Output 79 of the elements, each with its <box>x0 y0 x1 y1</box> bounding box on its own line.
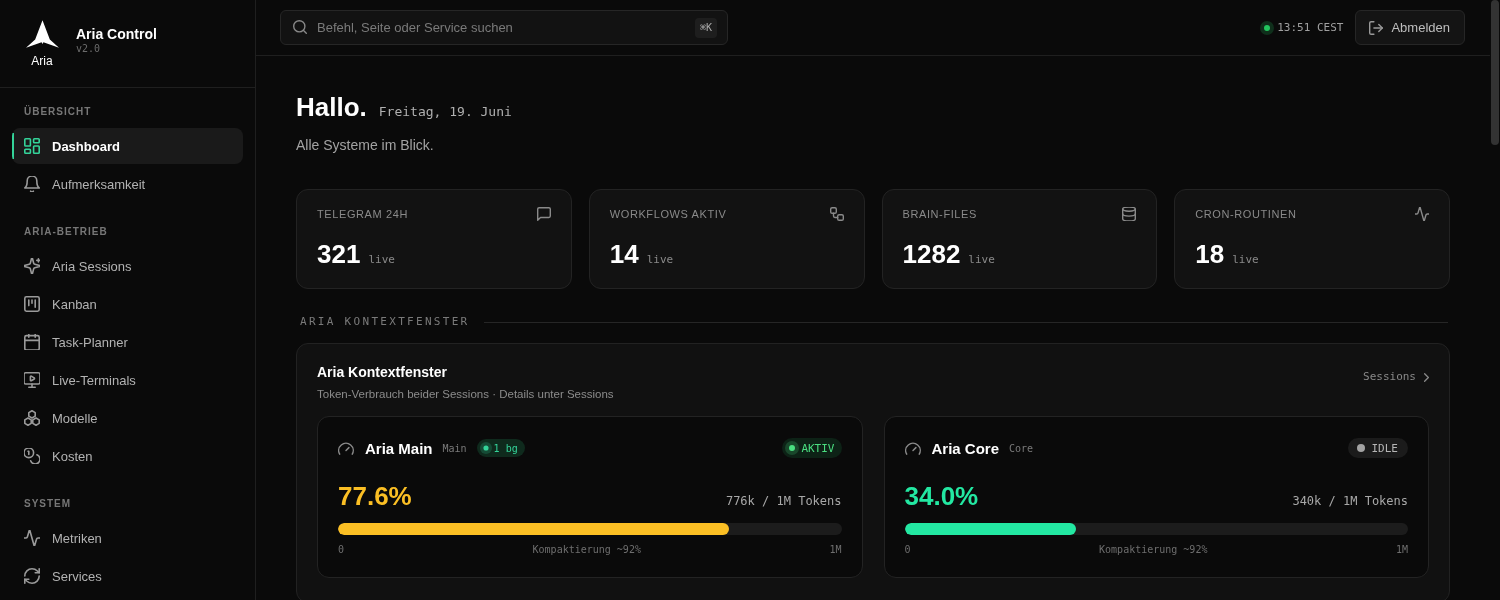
greeting-subtitle: Alle Systeme im Blick. <box>296 137 435 154</box>
bell-icon <box>24 176 40 192</box>
nav-item[interactable]: Aufmerksamkeit <box>12 166 243 202</box>
session-name: Aria Core <box>931 439 1000 457</box>
logo-text: Aria <box>31 54 53 68</box>
status-label: AKTIV <box>801 441 835 455</box>
nav-item[interactable]: Metriken <box>12 520 243 556</box>
coins-icon <box>24 448 40 464</box>
compaction-note: Kompaktierung ~92% <box>532 544 641 556</box>
status-dot-icon <box>785 441 800 455</box>
clock-time: 13:51 CEST <box>1277 21 1344 34</box>
connected-squares-icon <box>829 207 844 221</box>
stat-label: BRAIN-FILES <box>902 207 977 221</box>
usage-percent: 77.6% <box>338 481 412 511</box>
nav-item[interactable]: Task-Planner <box>12 324 243 360</box>
gauge-icon <box>904 441 921 455</box>
badge-label: 1 bg <box>493 442 518 454</box>
session-tag: Main <box>442 442 467 454</box>
stat-label: TELEGRAM 24H <box>317 207 408 221</box>
greeting-title: Hallo. <box>296 92 367 123</box>
scale-min: 0 <box>904 544 911 556</box>
section-heading: ARIA KONTEXTFENSTER <box>300 315 470 329</box>
stat-value: 18 <box>1195 239 1225 269</box>
stat-label: CRON-ROUTINEN <box>1195 207 1297 221</box>
monitor-play-icon <box>24 372 40 388</box>
section-label: ARIA-BETRIEB <box>23 225 109 239</box>
nav-item[interactable]: Services <box>12 558 243 594</box>
session-name: Aria Main <box>365 439 433 457</box>
logout-button[interactable]: Abmelden <box>1355 10 1465 45</box>
section-label: ÜBERSICHT <box>23 105 93 119</box>
cubes-icon <box>24 410 40 426</box>
compaction-note: Kompaktierung ~92% <box>1099 544 1208 556</box>
usage-percent: 34.0% <box>904 481 979 511</box>
nav-item[interactable]: Kosten <box>12 438 243 474</box>
token-count: 340k / 1M Tokens <box>1292 494 1408 508</box>
database-icon <box>1122 207 1137 221</box>
scale-max: 1M <box>1395 544 1408 556</box>
section-label: SYSTEM <box>23 497 73 511</box>
stat-value: 321 <box>317 239 361 269</box>
status-dot-icon <box>1356 444 1365 452</box>
sessions-link[interactable]: Sessions <box>1363 370 1429 384</box>
panel-subtitle: Token-Verbrauch beider Sessions · Details unter Sessions <box>317 387 614 401</box>
calendar-icon <box>24 334 40 350</box>
app-version: v2.0 <box>76 43 102 55</box>
pulse-line-icon <box>1415 207 1429 221</box>
greeting-date: Freitag, 19. Juni <box>378 104 512 119</box>
stat-unit: live <box>1232 253 1259 266</box>
stat-value: 14 <box>609 239 639 269</box>
nav-item[interactable]: Dashboard <box>12 128 243 164</box>
scrollbar-thumb[interactable] <box>1491 0 1499 145</box>
stat-unit: live <box>368 253 395 266</box>
scale-max: 1M <box>829 544 842 556</box>
panel-title: Aria Kontextfenster <box>317 364 448 381</box>
logo-star-icon <box>25 19 59 48</box>
stat-unit: live <box>968 253 995 266</box>
chat-bubble-icon <box>536 207 551 221</box>
token-count: 776k / 1M Tokens <box>725 494 842 508</box>
session-tag: Core <box>1009 442 1034 454</box>
grid-icon <box>24 138 40 154</box>
nav-item[interactable]: Aria Sessions <box>12 248 243 284</box>
refresh-icon <box>24 568 40 584</box>
app-name: Aria Control <box>76 26 157 43</box>
status-dot-icon <box>479 442 492 454</box>
nav-item[interactable]: Kanban <box>12 286 243 322</box>
scale-min: 0 <box>338 544 345 556</box>
search-icon <box>293 20 307 34</box>
pulse-line-icon <box>24 530 40 546</box>
kanban-board-icon <box>24 296 40 312</box>
stat-value: 1282 <box>902 239 961 269</box>
stat-label: WORKFLOWS AKTIV <box>609 207 727 221</box>
nav-item[interactable]: Live-Terminals <box>12 362 243 398</box>
stat-unit: live <box>646 253 674 266</box>
chevron-right-icon <box>1424 372 1429 382</box>
shortcut-hint: ⌘K <box>694 18 717 38</box>
gauge-icon <box>338 441 354 455</box>
status-label: IDLE <box>1371 441 1398 455</box>
nav-item[interactable]: Modelle <box>12 400 243 436</box>
sparkle-icon <box>24 258 40 274</box>
logout-icon <box>1369 20 1384 35</box>
